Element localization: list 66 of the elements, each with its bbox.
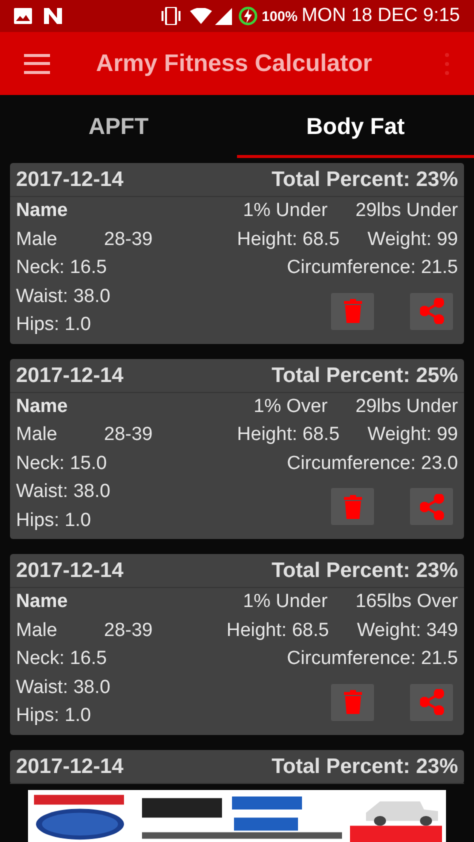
- record-name: Name: [16, 394, 68, 418]
- circumference-value: Circumference: 23.0: [286, 452, 458, 476]
- record-date: 2017-12-14: [16, 169, 124, 190]
- delete-button[interactable]: [331, 684, 374, 720]
- tab[interactable]: Body Fat: [237, 95, 474, 158]
- waist-value: Waist: 38.0: [16, 676, 110, 700]
- percent-difference: 1% Under: [243, 199, 328, 223]
- hips-value: Hips: 1.0: [16, 704, 92, 728]
- notification-icon: [44, 8, 62, 24]
- weight-difference: 29lbs Under: [356, 394, 458, 418]
- total-percent: Total Percent: 25%: [272, 364, 458, 386]
- sex-label: Male: [16, 618, 58, 642]
- share-icon: [420, 298, 444, 324]
- weight-difference: 29lbs Under: [356, 199, 458, 223]
- date-time: MON 18 DEC 9:15: [302, 4, 460, 28]
- waist-value: Waist: 38.0: [16, 284, 110, 308]
- tab[interactable]: APFT: [0, 95, 237, 158]
- signal-icon: [214, 8, 232, 24]
- record-date: 2017-12-14: [16, 364, 124, 386]
- app-title: Army Fitness Calculator: [96, 48, 372, 78]
- age-group: 28-39: [104, 226, 153, 254]
- neck-value: Neck: 15.0: [16, 452, 107, 476]
- share-icon: [420, 494, 444, 520]
- delete-button[interactable]: [331, 488, 374, 525]
- trash-icon: [344, 494, 362, 518]
- trash-icon: [344, 299, 362, 323]
- record-name: Name: [16, 590, 68, 614]
- weight-value: Weight: 349: [356, 618, 458, 642]
- charging-icon: [238, 6, 258, 26]
- image-icon: [14, 8, 32, 24]
- record-name: Name: [16, 199, 68, 223]
- hips-value: Hips: 1.0: [16, 508, 92, 532]
- height-value: Height: 68.5: [237, 228, 340, 252]
- share-icon: [420, 689, 444, 715]
- trash-icon: [344, 690, 362, 714]
- share-button[interactable]: [410, 684, 453, 720]
- battery-percent: 100%: [262, 6, 298, 26]
- percent-difference: 1% Under: [243, 590, 328, 614]
- circumference-value: Circumference: 21.5: [286, 256, 458, 280]
- age-group: 28-39: [104, 616, 153, 645]
- sex-label: Male: [16, 423, 58, 447]
- share-button[interactable]: [410, 292, 453, 330]
- wifi-icon: [190, 8, 212, 24]
- sex-label: Male: [16, 228, 58, 252]
- height-value: Height: 68.5: [237, 423, 340, 447]
- weight-value: Weight: 99: [368, 423, 458, 447]
- weight-difference: 165lbs Over: [356, 590, 458, 614]
- neck-value: Neck: 16.5: [16, 256, 107, 280]
- record-date: 2017-12-14: [16, 756, 124, 776]
- hips-value: Hips: 1.0: [16, 313, 92, 337]
- weight-value: Weight: 99: [368, 228, 458, 252]
- height-value: Height: 68.5: [226, 618, 329, 642]
- age-group: 28-39: [104, 421, 153, 450]
- total-percent: Total Percent: 23%: [272, 560, 458, 581]
- share-button[interactable]: [410, 488, 453, 525]
- menu-button[interactable]: [24, 54, 50, 74]
- circumference-value: Circumference: 21.5: [286, 647, 458, 671]
- vibrate-icon: [160, 7, 182, 25]
- neck-value: Neck: 16.5: [16, 647, 107, 671]
- waist-value: Waist: 38.0: [16, 480, 110, 504]
- total-percent: Total Percent: 23%: [272, 756, 458, 776]
- record-date: 2017-12-14: [16, 560, 124, 581]
- total-percent: Total Percent: 23%: [272, 169, 458, 190]
- overflow-menu-button[interactable]: [444, 52, 450, 74]
- delete-button[interactable]: [331, 292, 374, 330]
- percent-difference: 1% Over: [254, 394, 328, 418]
